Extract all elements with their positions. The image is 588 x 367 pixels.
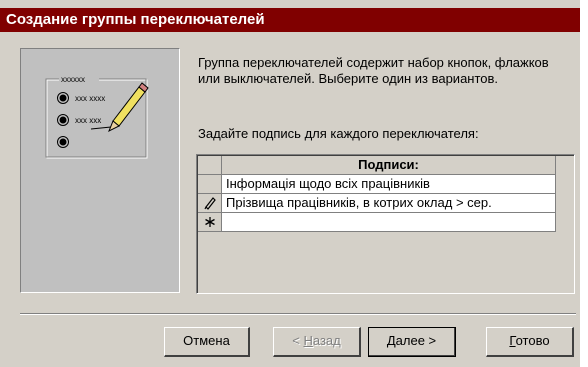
- finish-button[interactable]: Готово: [486, 327, 574, 357]
- label-cell[interactable]: Прізвища працівників, в котрих оклад > с…: [222, 194, 556, 213]
- radio-dot-1: [59, 94, 67, 102]
- grid-row[interactable]: Прізвища працівників, в котрих оклад > с…: [198, 194, 574, 213]
- illustration-option-1: xxx xxxx: [75, 94, 105, 103]
- button-separator: [20, 313, 576, 315]
- back-button[interactable]: < Назад: [273, 327, 361, 357]
- dialog-title: Создание группы переключателей: [0, 8, 580, 32]
- asterisk-icon: [204, 217, 215, 227]
- grid-new-row[interactable]: [198, 213, 574, 232]
- option-group-illustration: xxxxxx xxx xxxx xxx xxx: [20, 48, 180, 293]
- row-selector[interactable]: [198, 213, 222, 232]
- labels-grid[interactable]: Подписи: Інформація щодо всіх працівникі…: [196, 154, 575, 294]
- label-cell-new[interactable]: [222, 213, 556, 232]
- grid-corner: [198, 156, 222, 175]
- wizard-description: Группа переключателей содержит набор кно…: [198, 55, 549, 86]
- illustration-option-2: xxx xxx: [75, 116, 101, 125]
- row-selector[interactable]: [198, 194, 222, 213]
- dialog-window: Создание группы переключателей xxxxxx xx…: [0, 0, 580, 367]
- radio-dot-3: [59, 138, 67, 146]
- next-button[interactable]: Далее >: [368, 327, 456, 357]
- grid-column-header: Подписи:: [222, 156, 556, 175]
- pencil-icon: [203, 197, 216, 210]
- radio-dot-2: [59, 116, 67, 124]
- labels-prompt: Задайте подпись для каждого переключател…: [198, 126, 479, 141]
- label-cell[interactable]: Інформація щодо всіх працівників: [222, 175, 556, 194]
- row-selector[interactable]: [198, 175, 222, 194]
- grid-header-row: Подписи:: [198, 156, 574, 175]
- illustration-group-label: xxxxxx: [61, 75, 85, 84]
- cancel-button[interactable]: Отмена: [164, 327, 250, 357]
- grid-row[interactable]: Інформація щодо всіх працівників: [198, 175, 574, 194]
